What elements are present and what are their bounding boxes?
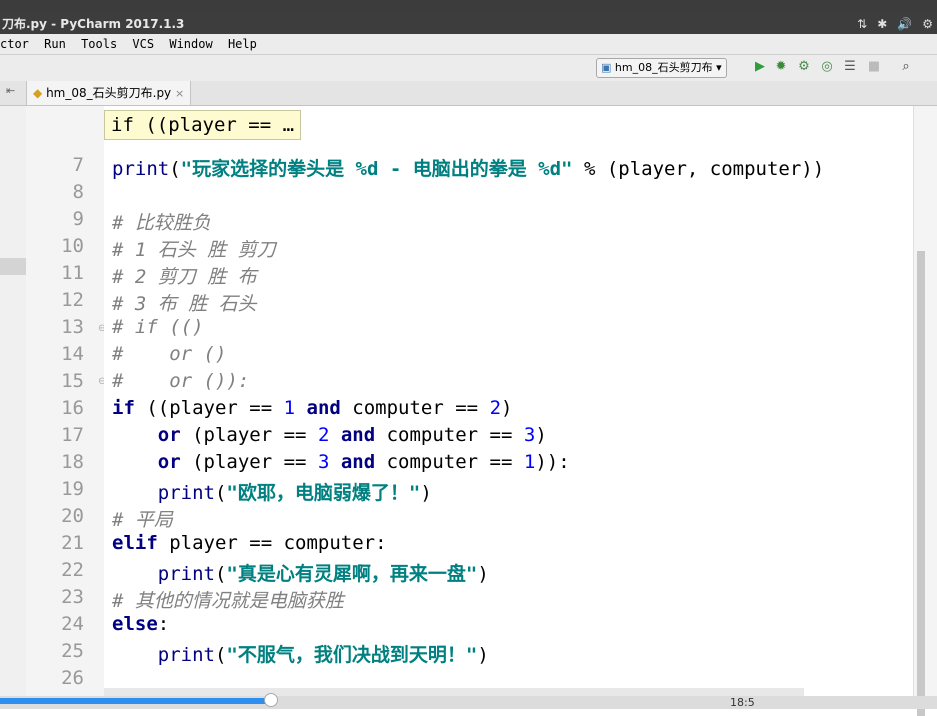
project-strip <box>0 106 27 709</box>
line-number: 17 <box>61 424 84 446</box>
code-line: print("玩家选择的拳头是 %d - 电脑出的拳是 %d" % (playe… <box>112 158 825 180</box>
os-top-bar <box>0 0 937 14</box>
network-icon[interactable]: ⇅ <box>857 14 867 34</box>
volume-icon[interactable]: 🔊 <box>897 14 912 34</box>
code-line: # 比较胜负 <box>112 212 211 234</box>
menu-window[interactable]: Window <box>169 37 212 51</box>
menu-help[interactable]: Help <box>228 37 257 51</box>
stop-icon[interactable]: ■ <box>866 59 882 75</box>
line-number: 11 <box>61 262 84 284</box>
editor-tab[interactable]: ◆ hm_08_石头剪刀布.py × <box>26 81 192 105</box>
code-line: print("不服气，我们决战到天明！") <box>157 644 489 666</box>
line-number: 10 <box>61 235 84 257</box>
code-line: elif player == computer: <box>112 532 387 554</box>
line-number: 25 <box>61 640 84 662</box>
line-number: 18 <box>61 451 84 473</box>
tasks-icon[interactable]: ☰ <box>842 59 858 75</box>
code-line: or (player == 3 and computer == 1)): <box>157 451 570 473</box>
menu-vcs[interactable]: VCS <box>132 37 154 51</box>
context-hint: if ((player == … <box>104 110 302 140</box>
line-number: 23 <box>61 586 84 608</box>
run-icon[interactable]: ▶ <box>752 59 768 75</box>
line-number: 13 <box>61 316 84 338</box>
line-number: 26 <box>61 667 84 689</box>
run-config-label: hm_08_石头剪刀布 <box>614 61 713 74</box>
line-number: 7 <box>72 154 84 176</box>
editor-tab-bar: ⇤ ◆ hm_08_石头剪刀布.py × <box>0 81 937 106</box>
vertical-scrollbar[interactable] <box>913 106 937 716</box>
menu-tools[interactable]: Tools <box>81 37 117 51</box>
line-number: 24 <box>61 613 84 635</box>
project-strip-selection[interactable] <box>0 258 26 275</box>
line-number: 9 <box>72 208 84 230</box>
chevron-down-icon: ▾ <box>716 61 722 74</box>
scrollbar-thumb[interactable] <box>917 251 925 716</box>
pin-icon[interactable]: ⇤ <box>6 84 15 97</box>
line-number: 14 <box>61 343 84 365</box>
line-gutter: 7 8 9 10 11 12 13 14 15 16 17 18 19 20 2… <box>26 106 133 696</box>
code-line: # 1 石头 胜 剪刀 <box>112 239 276 261</box>
close-icon[interactable]: × <box>175 87 184 100</box>
window-title: 刀布.py - PyCharm 2017.1.3 <box>0 14 937 34</box>
line-number: 15 <box>61 370 84 392</box>
code-line: if ((player == 1 and computer == 2) <box>112 397 513 419</box>
line-number: 16 <box>61 397 84 419</box>
code-line: # or ()): <box>112 370 250 392</box>
line-number: 22 <box>61 559 84 581</box>
debug-icon[interactable]: ✹ <box>773 59 789 75</box>
menu-run[interactable]: Run <box>44 37 66 51</box>
code-line: # or () <box>112 343 227 365</box>
profile-icon[interactable]: ◎ <box>819 59 835 75</box>
run-config-select[interactable]: ▣ hm_08_石头剪刀布 ▾ <box>596 58 727 78</box>
toolbar: ▣ hm_08_石头剪刀布 ▾ ▶ ✹ ⚙ ◎ ☰ ■ ⌕ <box>0 55 937 82</box>
horizontal-scrollbar[interactable] <box>104 688 804 696</box>
code-line: print("欧耶，电脑弱爆了！") <box>157 482 432 504</box>
line-number: 19 <box>61 478 84 500</box>
search-icon[interactable]: ⌕ <box>898 59 914 75</box>
caret-position[interactable]: 18:5 <box>730 697 755 709</box>
settings-icon[interactable]: ⚙ <box>922 14 933 34</box>
code-line: # 2 剪刀 胜 布 <box>112 266 257 288</box>
line-number: 20 <box>61 505 84 527</box>
python-file-icon: ◆ <box>33 86 43 100</box>
line-number: 21 <box>61 532 84 554</box>
menu-bar: ctor Run Tools VCS Window Help <box>0 34 937 55</box>
system-tray: ⇅ ✱ 🔊 ⚙ <box>857 14 933 34</box>
menu-refactor[interactable]: ctor <box>0 37 29 51</box>
code-line: else: <box>112 613 170 635</box>
python-file-icon: ▣ <box>601 61 612 74</box>
line-number: 8 <box>72 181 84 203</box>
coverage-icon[interactable]: ⚙ <box>796 59 812 75</box>
line-number: 12 <box>61 289 84 311</box>
bluetooth-icon[interactable]: ✱ <box>877 14 887 34</box>
video-progress-knob[interactable] <box>264 693 278 707</box>
code-line: # 平局 <box>112 509 173 531</box>
code-line: or (player == 2 and computer == 3) <box>157 424 547 446</box>
video-progress-bar[interactable] <box>0 698 275 704</box>
code-line: # if (() <box>112 316 204 338</box>
code-editor[interactable]: print("玩家选择的拳头是 %d - 电脑出的拳是 %d" % (playe… <box>104 106 914 696</box>
tab-label: hm_08_石头剪刀布.py <box>46 86 172 100</box>
code-line: # 3 布 胜 石头 <box>112 293 257 315</box>
code-line: print("真是心有灵犀啊，再来一盘") <box>157 563 489 585</box>
code-line: # 其他的情况就是电脑获胜 <box>112 590 344 612</box>
